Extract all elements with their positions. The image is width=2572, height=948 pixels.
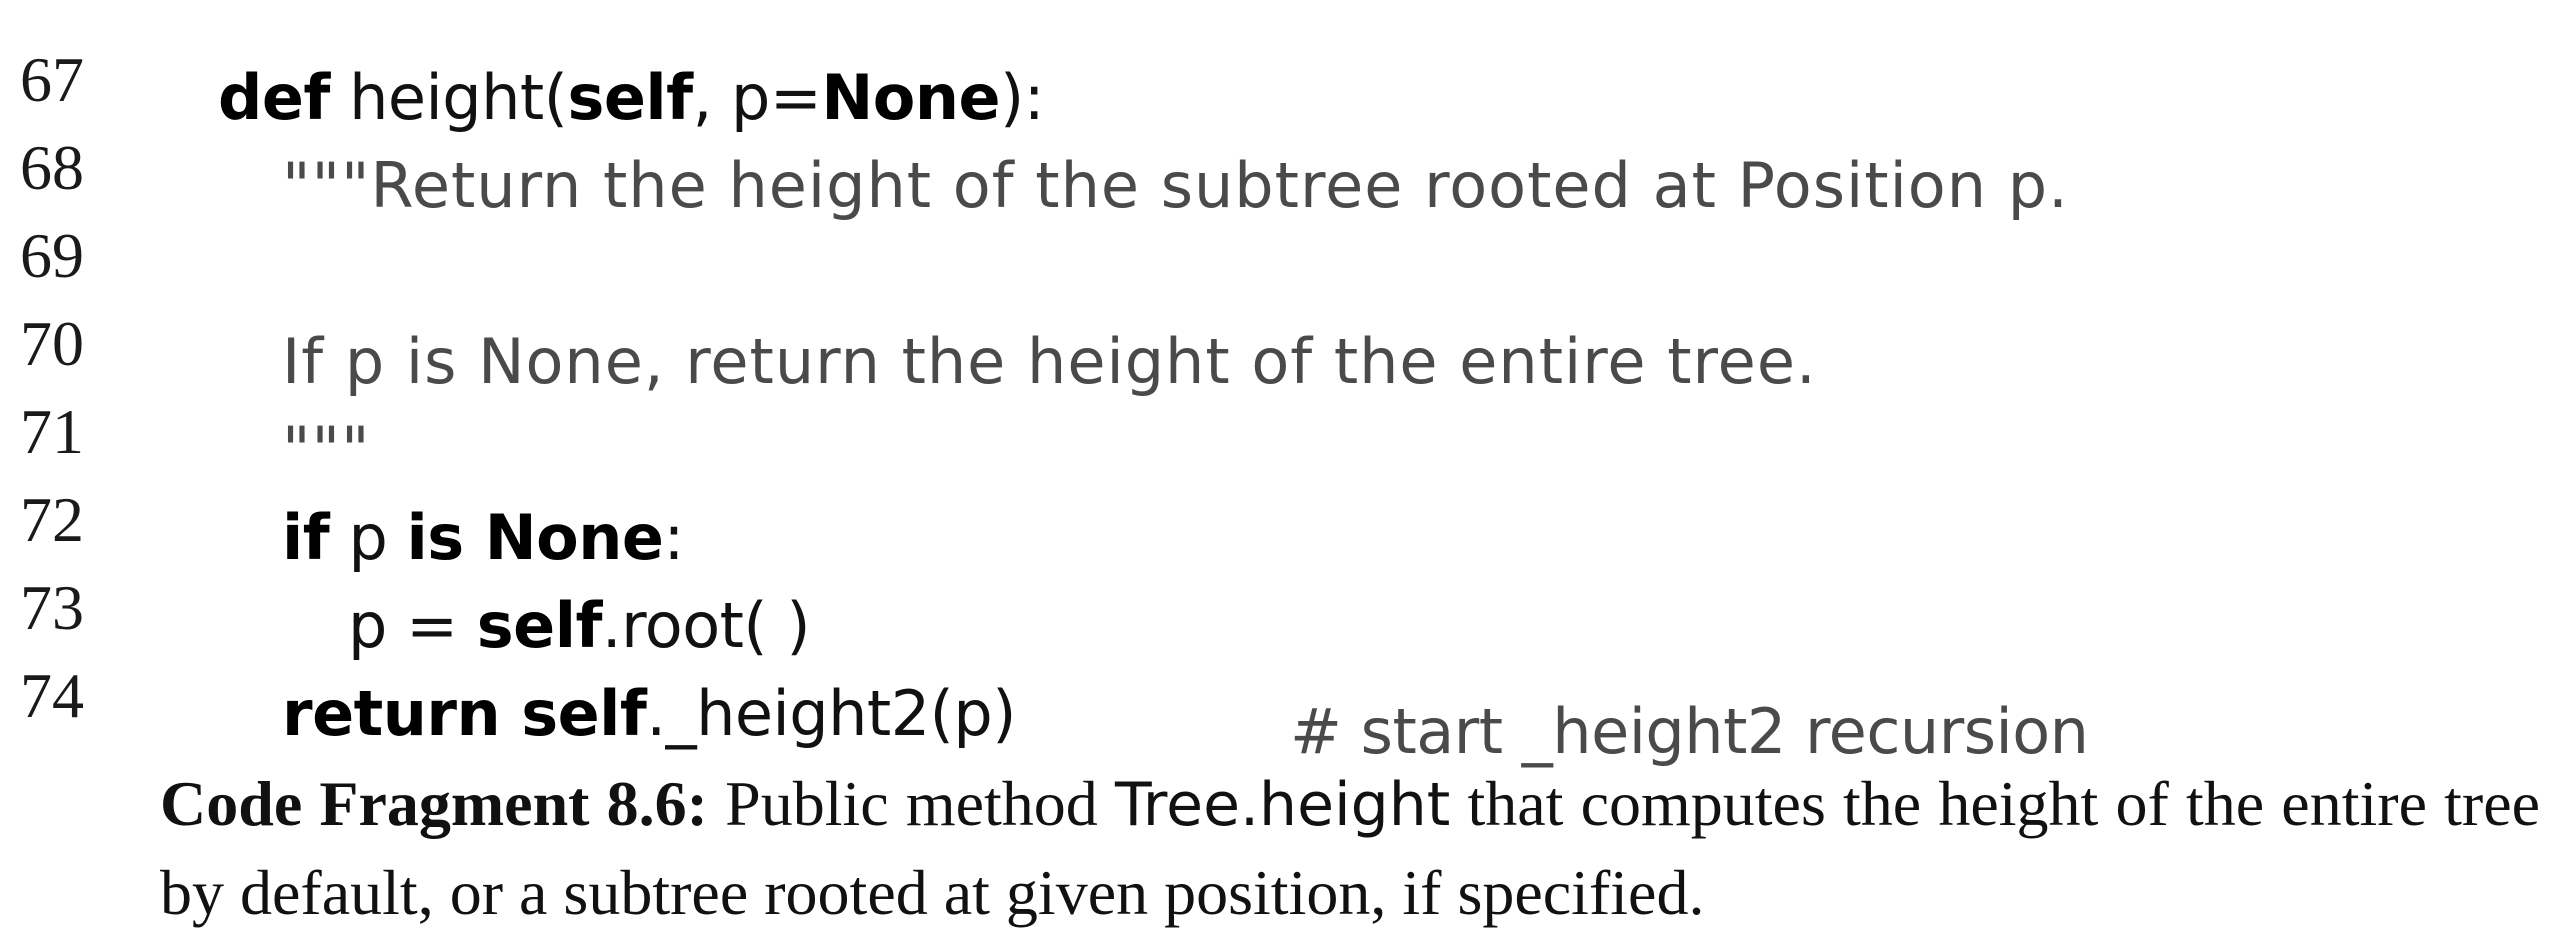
keyword-self: self <box>476 589 603 662</box>
code-token: ): <box>1000 61 1045 134</box>
line-number: 69 <box>20 220 84 291</box>
line-number: 74 <box>20 660 84 731</box>
code-line-67: 67 def height(self, p=None): <box>0 18 1045 134</box>
line-number: 73 <box>20 572 84 643</box>
docstring-text: """ <box>282 413 371 486</box>
code-token: .root( ) <box>601 589 811 662</box>
code-token: ._height2(p) <box>646 677 1016 750</box>
keyword-none: None <box>821 61 1001 134</box>
code-line-73: 73 p = self.root( ) <box>0 546 811 662</box>
line-number: 71 <box>20 396 84 467</box>
line-number: 70 <box>20 308 84 379</box>
docstring-text: """Return the height of the subtree root… <box>282 149 2069 222</box>
keyword-is-none: is None <box>406 501 664 574</box>
code-text: def height(self, p=None): <box>218 54 1045 142</box>
code-line-70: 70 If p is None, return the height of th… <box>0 282 1816 398</box>
code-token: p = <box>348 589 477 662</box>
code-line-69: 69 <box>0 194 84 291</box>
code-line-71: 71 """ <box>0 370 370 486</box>
keyword-if: if <box>282 501 330 574</box>
code-token: , p= <box>692 61 822 134</box>
code-caption: Code Fragment 8.6: Public method Tree.he… <box>160 760 2540 937</box>
line-number: 68 <box>20 132 84 203</box>
code-line-68: 68 """Return the height of the subtree r… <box>0 106 2068 222</box>
code-token: p <box>329 501 407 574</box>
code-text: return self._height2(p) <box>282 670 1016 758</box>
caption-label: Code Fragment 8.6: <box>160 768 708 839</box>
line-number: 72 <box>20 484 84 555</box>
code-text: if p is None: <box>282 494 684 582</box>
docstring-text: If p is None, return the height of the e… <box>282 325 1817 398</box>
code-line-72: 72 if p is None: <box>0 458 684 574</box>
code-line-74: 74 return self._height2(p) # start _heig… <box>0 634 2089 768</box>
code-token: : <box>663 501 684 574</box>
caption-identifier: Tree.height <box>1114 770 1451 840</box>
keyword-return-self: return self <box>282 677 647 750</box>
keyword-self: self <box>567 61 693 134</box>
code-token: height( <box>329 61 568 134</box>
code-text: p = self.root( ) <box>348 582 811 670</box>
keyword-def: def <box>218 61 330 134</box>
caption-text: Public method <box>725 768 1098 839</box>
line-number: 67 <box>20 44 84 115</box>
